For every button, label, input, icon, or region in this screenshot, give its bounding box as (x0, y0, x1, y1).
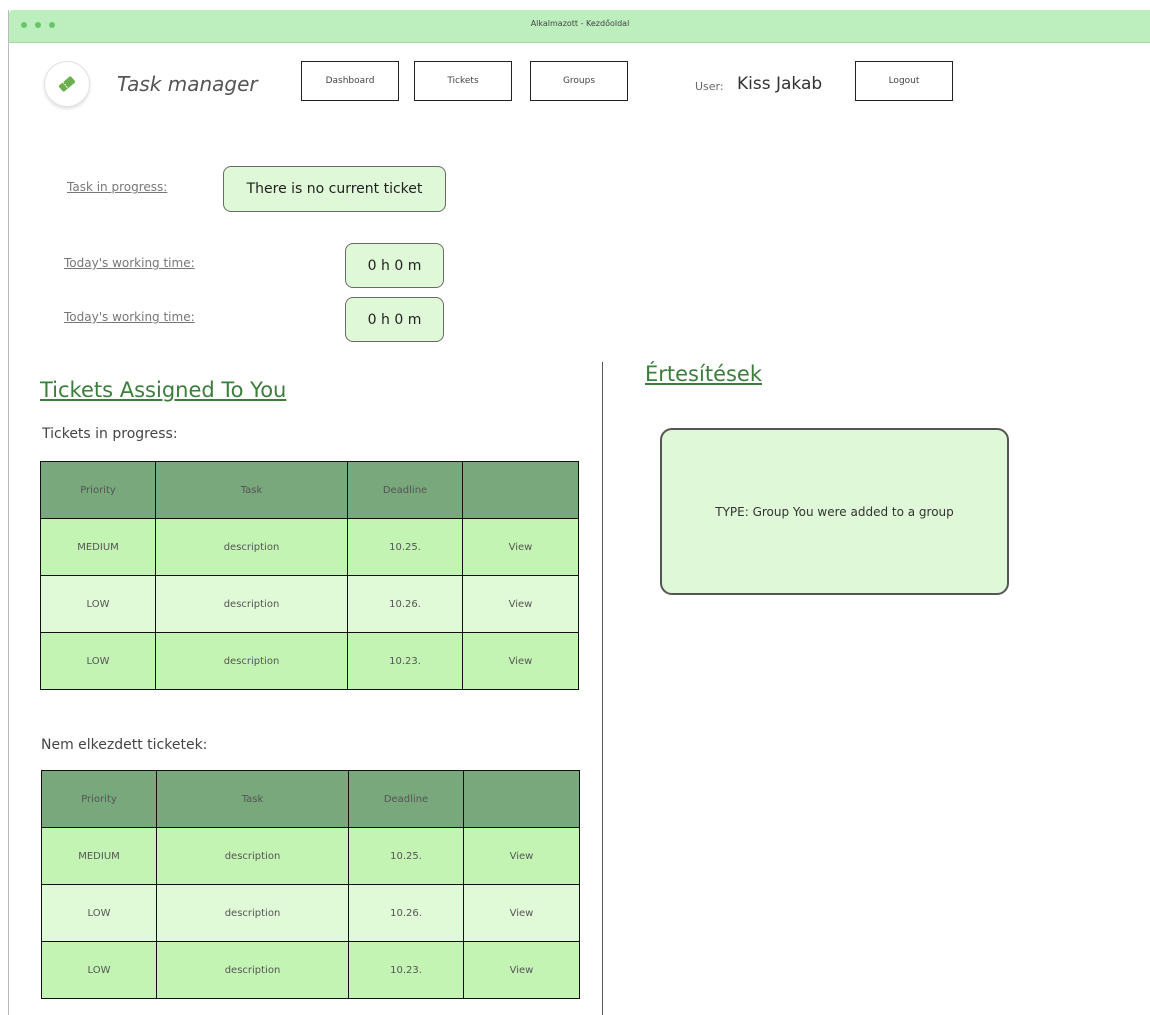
tickets-button[interactable]: Tickets (414, 61, 512, 101)
task-column-header[interactable]: Task (155, 461, 348, 519)
working-time-label-2: Today's working time: (64, 310, 195, 324)
not-started-table: Priority Task Deadline MEDIUM descriptio… (41, 770, 580, 999)
in-progress-label: Tickets in progress: (42, 426, 178, 442)
working-time-label-1: Today's working time: (64, 256, 195, 270)
view-button[interactable]: View (463, 884, 580, 942)
action-column-header (463, 770, 580, 828)
deadline-cell: 10.23. (348, 941, 464, 999)
deadline-cell: 10.26. (348, 884, 464, 942)
tickets-heading: Tickets Assigned To You (40, 378, 287, 402)
working-time-value-1: 0 h 0 m (345, 243, 444, 288)
section-divider (602, 362, 603, 1015)
working-time-value-2: 0 h 0 m (345, 297, 444, 342)
task-cell: description (155, 518, 348, 576)
table-row: LOW description 10.23. View (40, 632, 579, 690)
ticket-icon (58, 76, 76, 92)
table-row: MEDIUM description 10.25. View (41, 827, 580, 885)
current-ticket-box: There is no current ticket (223, 166, 446, 212)
priority-column-header[interactable]: Priority (41, 770, 157, 828)
priority-cell: LOW (40, 575, 156, 633)
priority-cell: MEDIUM (40, 518, 156, 576)
table-row: LOW description 10.26. View (41, 884, 580, 942)
app-window: Alkalmazott - Kezdőoldal Task manager Da… (8, 10, 1150, 1015)
view-button[interactable]: View (462, 575, 579, 633)
user-name: Kiss Jakab (737, 74, 823, 94)
table-header-row: Priority Task Deadline (41, 770, 580, 828)
table-row: LOW description 10.23. View (41, 941, 580, 999)
in-progress-table: Priority Task Deadline MEDIUM descriptio… (40, 461, 579, 690)
priority-column-header[interactable]: Priority (40, 461, 156, 519)
notifications-heading: Értesítések (645, 362, 763, 386)
deadline-cell: 10.23. (347, 632, 463, 690)
user-label: User: (695, 80, 724, 93)
task-in-progress-label: Task in progress: (67, 180, 168, 194)
not-started-label: Nem elkezdett ticketek: (41, 737, 208, 753)
deadline-cell: 10.25. (348, 827, 464, 885)
view-button[interactable]: View (462, 518, 579, 576)
deadline-cell: 10.25. (347, 518, 463, 576)
task-cell: description (156, 884, 349, 942)
view-button[interactable]: View (462, 632, 579, 690)
table-header-row: Priority Task Deadline (40, 461, 579, 519)
app-title: Task manager (117, 72, 258, 96)
priority-cell: LOW (40, 632, 156, 690)
action-column-header (462, 461, 579, 519)
table-row: MEDIUM description 10.25. View (40, 518, 579, 576)
title-bar: Alkalmazott - Kezdőoldal (9, 10, 1150, 43)
app-logo (44, 61, 90, 107)
priority-cell: LOW (41, 884, 157, 942)
task-cell: description (155, 575, 348, 633)
deadline-column-header[interactable]: Deadline (347, 461, 463, 519)
dashboard-button[interactable]: Dashboard (301, 61, 399, 101)
logout-button[interactable]: Logout (855, 61, 953, 101)
task-cell: description (155, 632, 348, 690)
deadline-cell: 10.26. (347, 575, 463, 633)
notification-card[interactable]: TYPE: Group You were added to a group (660, 428, 1009, 595)
view-button[interactable]: View (463, 941, 580, 999)
groups-button[interactable]: Groups (530, 61, 628, 101)
task-cell: description (156, 941, 349, 999)
view-button[interactable]: View (463, 827, 580, 885)
task-cell: description (156, 827, 349, 885)
window-title: Alkalmazott - Kezdőoldal (530, 19, 630, 28)
table-row: LOW description 10.26. View (40, 575, 579, 633)
task-column-header[interactable]: Task (156, 770, 349, 828)
priority-cell: LOW (41, 941, 157, 999)
deadline-column-header[interactable]: Deadline (348, 770, 464, 828)
priority-cell: MEDIUM (41, 827, 157, 885)
